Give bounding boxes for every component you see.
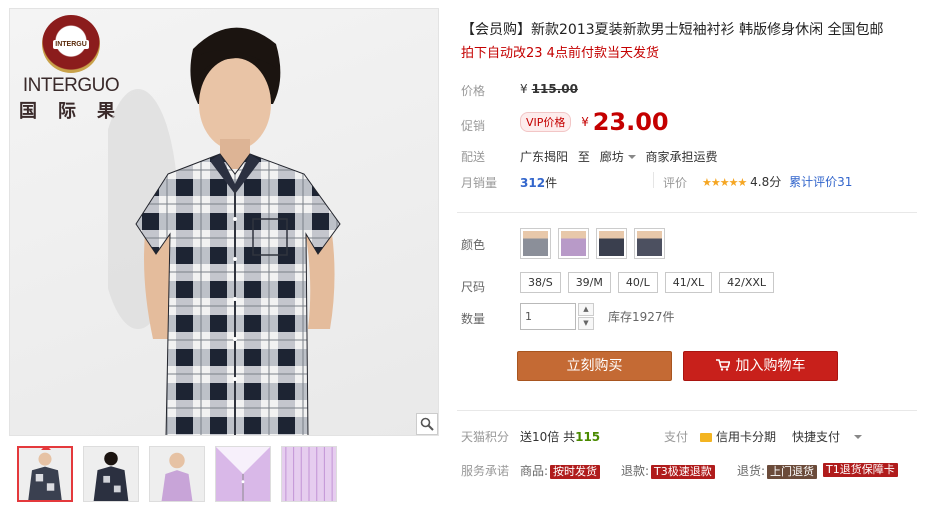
- rating-label: 评价: [663, 176, 688, 190]
- total-reviews-link[interactable]: 累计评价31: [789, 175, 852, 189]
- orig-price-value: 115.00: [531, 82, 578, 96]
- quantity-stepper: ▲ ▼ 库存1927件: [520, 303, 675, 330]
- size-option[interactable]: 40/L: [617, 272, 658, 293]
- service-refund: 退款: T3极速退款: [621, 462, 715, 479]
- size-option[interactable]: 42/XXL: [719, 272, 775, 293]
- orig-price-label: 价格: [461, 84, 486, 98]
- decrement-button[interactable]: ▼: [578, 317, 594, 330]
- size-option[interactable]: 39/M: [567, 272, 611, 293]
- zoom-icon[interactable]: [416, 413, 438, 435]
- delivery-info: 广东揭阳 至 廊坊 商家承担运费: [520, 148, 718, 165]
- vip-price-badge: VIP价格: [520, 112, 572, 132]
- points-info: 送10倍 共115: [520, 428, 600, 445]
- service-goods: 商品: 按时发货: [520, 462, 601, 479]
- thumbnail-1[interactable]: [17, 446, 73, 502]
- thumbnail-4[interactable]: [215, 446, 271, 502]
- monthly-sales-label: 月销量: [461, 176, 498, 190]
- add-to-cart-label: 加入购物车: [735, 358, 806, 374]
- service-goods-label: 商品:: [520, 464, 549, 478]
- color-swatch-4[interactable]: [634, 228, 665, 259]
- service-guarantee-tag[interactable]: T1退货保障卡: [823, 463, 898, 477]
- promo-label: 促销: [461, 119, 486, 133]
- add-to-cart-button[interactable]: 加入购物车: [683, 351, 838, 381]
- delivery-destination[interactable]: 廊坊: [600, 150, 624, 164]
- buy-now-button[interactable]: 立刻购买: [517, 351, 672, 381]
- service-goods-tag[interactable]: 按时发货: [550, 465, 601, 479]
- divider: [457, 410, 917, 411]
- points-value: 115: [575, 430, 601, 444]
- thumbnail-2[interactable]: [83, 446, 139, 502]
- thumbnail-strip: [17, 446, 337, 502]
- rating-score: 4.8分: [750, 175, 782, 189]
- stock-count: 库存1927件: [608, 310, 675, 324]
- increment-button[interactable]: ▲: [578, 303, 594, 316]
- delivery-to-word: 至: [577, 150, 590, 164]
- thumbnail-5[interactable]: [281, 446, 337, 502]
- quick-pay-option[interactable]: 快捷支付: [792, 428, 868, 445]
- chevron-down-icon[interactable]: [854, 435, 863, 439]
- delivery-label: 配送: [461, 150, 486, 164]
- product-subtitle: 拍下自动改23 4点前付款当天发货: [461, 46, 659, 61]
- service-return-label: 退货:: [737, 464, 766, 478]
- delivery-destination-select[interactable]: 廊坊: [600, 150, 642, 164]
- promo-yen: ¥: [581, 115, 589, 129]
- color-swatch-2[interactable]: [558, 228, 589, 259]
- size-option[interactable]: 41/XL: [664, 272, 713, 293]
- divider: [457, 212, 917, 213]
- brand-badge-text: INTERGU: [53, 39, 89, 49]
- service-label: 服务承诺: [461, 464, 510, 478]
- quantity-input[interactable]: [520, 303, 576, 330]
- quick-pay-label: 快捷支付: [792, 430, 841, 444]
- service-refund-label: 退款:: [621, 464, 650, 478]
- star-rating-icon: ★★★★★: [702, 176, 747, 189]
- service-return: 退货: 上门退货: [737, 462, 818, 479]
- orig-price: ¥115.00: [520, 82, 578, 96]
- main-product-image[interactable]: INTERGU INTERGUO 国 际 果: [9, 8, 439, 436]
- monthly-sales-count: 312: [520, 176, 546, 190]
- color-swatch-1[interactable]: [520, 228, 551, 259]
- color-swatch-3[interactable]: [596, 228, 627, 259]
- rating: ★★★★★ 4.8分 累计评价31: [702, 173, 852, 190]
- thumbnail-3[interactable]: [149, 446, 205, 502]
- service-guarantee: T1退货保障卡: [821, 462, 898, 477]
- size-label: 尺码: [461, 280, 486, 294]
- points-prefix: 送10倍 共: [520, 430, 576, 444]
- product-title: 【会员购】新款2013夏装新款男士短袖衬衫 韩版修身休闲 全国包邮: [461, 22, 884, 38]
- color-label: 颜色: [461, 238, 486, 252]
- credit-installment-option[interactable]: 信用卡分期: [700, 428, 776, 445]
- promo-price: VIP价格 ¥ 23.00: [520, 108, 669, 136]
- chevron-down-icon[interactable]: [627, 155, 636, 159]
- shipping-note: 商家承担运费: [645, 150, 718, 164]
- credit-installment-label: 信用卡分期: [716, 430, 777, 444]
- divider: [653, 172, 654, 188]
- size-options: 38/S 39/M 40/L 41/XL 42/XXL: [520, 272, 775, 293]
- model-photo: [108, 27, 341, 435]
- credit-card-icon: [700, 433, 712, 442]
- delivery-from: 广东揭阳: [520, 150, 569, 164]
- monthly-sales-unit: 件: [545, 176, 558, 190]
- promo-price-value: 23.00: [592, 108, 669, 136]
- orig-price-yen: ¥: [520, 82, 528, 96]
- size-option[interactable]: 38/S: [520, 272, 561, 293]
- monthly-sales: 312件: [520, 174, 557, 191]
- brand-badge: INTERGU: [42, 15, 100, 73]
- color-swatches: [520, 228, 665, 259]
- payment-label: 支付: [664, 430, 689, 444]
- quantity-label: 数量: [461, 312, 486, 326]
- cart-icon: [715, 352, 731, 380]
- service-refund-tag[interactable]: T3极速退款: [651, 465, 715, 479]
- points-label: 天猫积分: [461, 430, 510, 444]
- service-return-tag[interactable]: 上门退货: [767, 465, 818, 479]
